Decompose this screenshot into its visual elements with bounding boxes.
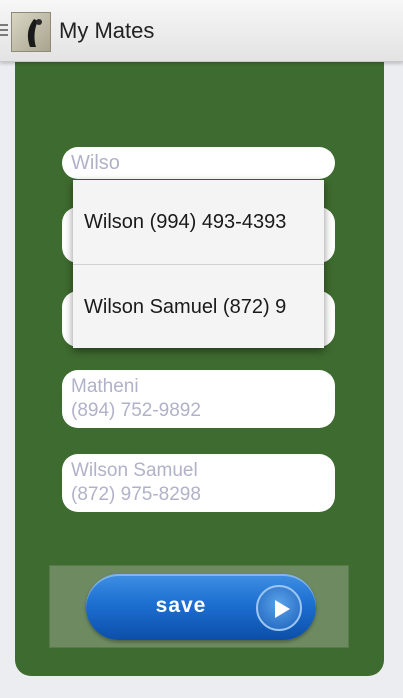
contact-name: Wilson Samuel [71,460,198,481]
menu-icon[interactable] [0,24,8,38]
play-icon [256,585,302,631]
suggestion-item[interactable]: Wilson Samuel (872) 9 [73,264,324,348]
contact-name: Matheni [71,376,139,397]
save-button-label: save [155,594,207,617]
contact-phone: (894) 752-9892 [71,400,201,421]
contact-field[interactable]: Wilson Samuel (872) 975-8298 [62,454,335,512]
search-input[interactable] [62,147,335,179]
autocomplete-dropdown: Wilson (994) 493-4393 Wilson Samuel (872… [73,180,324,348]
app-title: My Mates [59,18,155,43]
action-bar: My Mates [0,0,403,62]
suggestion-item[interactable]: Wilson (994) 493-4393 [73,180,324,264]
contact-phone: (872) 975-8298 [71,484,201,505]
save-button[interactable]: save [86,574,316,640]
app-logo-icon[interactable] [11,12,51,52]
contact-field[interactable]: Matheni (894) 752-9892 [62,370,335,428]
